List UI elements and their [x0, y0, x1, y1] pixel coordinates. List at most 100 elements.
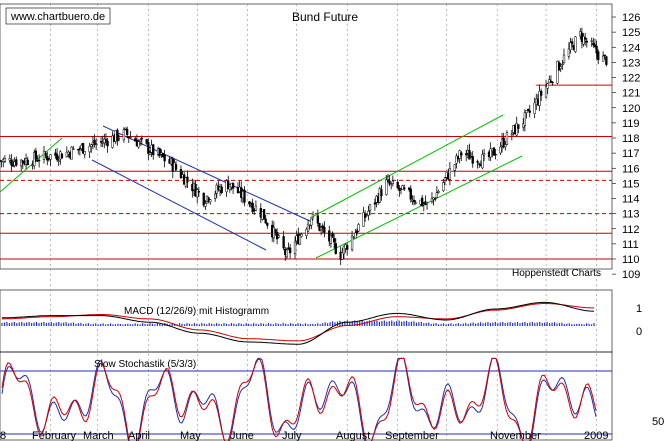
- candle-body: [482, 153, 486, 156]
- candle-body: [331, 232, 334, 238]
- candle-body: [368, 204, 372, 211]
- stoch-title: Slow Stochastik (5/3/3): [94, 359, 196, 370]
- candle-body: [465, 153, 468, 156]
- candle-body: [567, 48, 571, 57]
- price-tick-label: 125: [622, 27, 640, 39]
- candle-body: [333, 238, 336, 243]
- candle-body: [574, 36, 577, 52]
- candle-body: [60, 153, 64, 159]
- macd-tick-label: 0: [636, 326, 642, 338]
- candle-body: [425, 202, 429, 205]
- candle-body: [248, 201, 251, 205]
- candle-body: [453, 164, 456, 171]
- candle-body: [549, 80, 553, 83]
- price-tick-label: 114: [622, 194, 640, 206]
- candle-body: [505, 132, 509, 145]
- source-label: www.chartbuero.de: [10, 11, 105, 23]
- candle-body: [204, 203, 207, 207]
- candle-body: [49, 154, 52, 160]
- candle-body: [99, 141, 103, 143]
- month-label: July: [282, 430, 302, 441]
- candle-body: [386, 179, 390, 181]
- candle-body: [590, 40, 593, 42]
- month-label: 8: [0, 430, 6, 441]
- candle-body: [412, 199, 416, 202]
- candle-body: [83, 151, 86, 155]
- candle-body: [357, 224, 360, 232]
- candle-body: [403, 187, 406, 190]
- candle-body: [34, 150, 38, 160]
- candle-body: [264, 218, 267, 224]
- month-label: November: [490, 430, 541, 441]
- month-label: June: [230, 430, 254, 441]
- candle-body: [3, 158, 7, 162]
- candle-body: [409, 188, 412, 200]
- candle-body: [72, 148, 75, 150]
- candle-body: [525, 110, 528, 113]
- candle-body: [434, 198, 437, 200]
- candle-body: [26, 159, 29, 166]
- candle-body: [266, 222, 269, 226]
- candle-body: [106, 140, 109, 147]
- candle-body: [293, 241, 297, 255]
- candle-body: [443, 177, 447, 181]
- candle-body: [117, 138, 121, 140]
- price-tick-label: 126: [622, 12, 640, 24]
- candle-body: [391, 180, 394, 184]
- candle-body: [448, 168, 452, 180]
- candle-body: [526, 109, 530, 111]
- candle-body: [528, 110, 531, 113]
- candle-body: [601, 55, 605, 62]
- candle-body: [10, 160, 13, 166]
- candle-body: [254, 205, 258, 211]
- macd-title: MACD (12/26/9) mit Histogramm: [124, 306, 269, 317]
- candle-body: [140, 137, 143, 140]
- candle-body: [288, 247, 292, 254]
- candle-body: [517, 124, 520, 129]
- candle-body: [561, 63, 564, 66]
- candle-body: [186, 176, 189, 183]
- price-tick-label: 109: [622, 269, 640, 281]
- candle-body: [137, 141, 140, 148]
- candle-body: [367, 210, 370, 216]
- candle-body: [285, 249, 289, 258]
- candle-body: [282, 236, 285, 249]
- candle-body: [546, 83, 549, 89]
- candle-body: [104, 138, 108, 141]
- candle-body: [478, 163, 481, 165]
- price-tick-label: 119: [622, 118, 640, 130]
- price-tick-label: 124: [622, 42, 640, 54]
- candle-body: [231, 182, 235, 189]
- candle-body: [442, 182, 445, 191]
- candle-body: [414, 202, 417, 204]
- candle-body: [334, 243, 337, 254]
- candle-body: [603, 54, 606, 57]
- candle-body: [310, 218, 313, 226]
- candle-body: [88, 146, 91, 153]
- candle-body: [570, 41, 574, 45]
- candle-body: [523, 112, 527, 126]
- credit-label: Hoppenstedt Charts: [512, 268, 601, 279]
- candle-body: [220, 186, 223, 194]
- price-tick-label: 117: [622, 148, 640, 160]
- candle-body: [163, 154, 166, 162]
- month-label: February: [32, 430, 77, 441]
- candle-body: [197, 191, 201, 193]
- candle-body: [147, 142, 150, 154]
- candle-body: [499, 146, 502, 154]
- price-tick-label: 121: [622, 88, 640, 100]
- month-label: May: [180, 430, 201, 441]
- candle-body: [605, 56, 608, 65]
- candle-body: [435, 192, 438, 198]
- price-tick-label: 122: [622, 73, 640, 85]
- candle-body: [380, 189, 383, 197]
- candle-body: [55, 153, 59, 160]
- price-tick-label: 116: [622, 163, 640, 175]
- month-label: March: [83, 430, 114, 441]
- macd-tick-label: 1: [636, 303, 642, 315]
- month-label: August: [336, 430, 370, 441]
- candle-body: [15, 159, 18, 166]
- candle-body: [139, 139, 142, 142]
- month-label: September: [385, 430, 439, 441]
- candle-body: [122, 129, 126, 141]
